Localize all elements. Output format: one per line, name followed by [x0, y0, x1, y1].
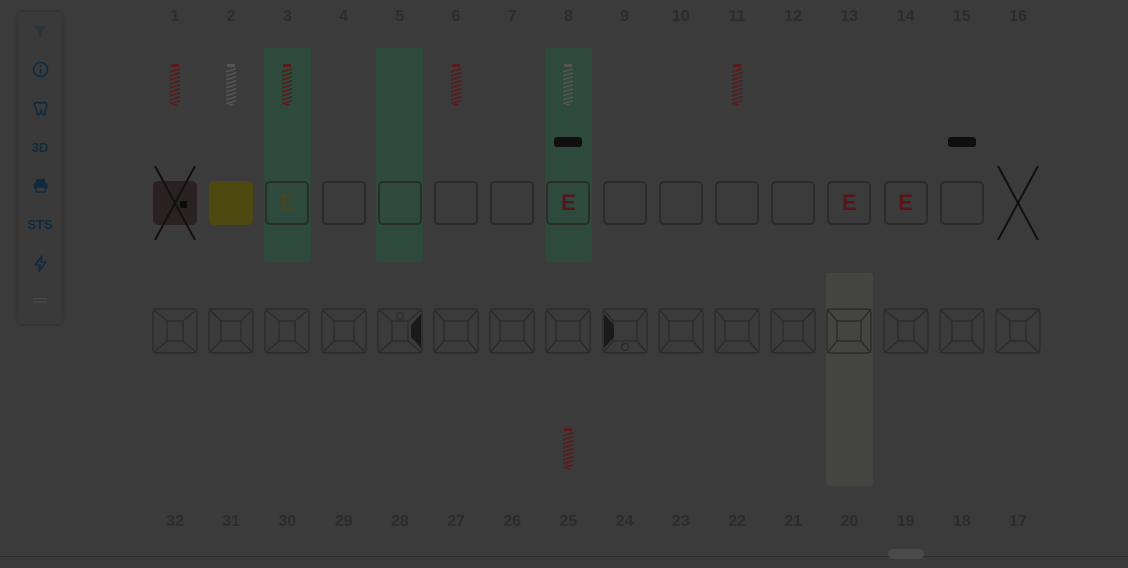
tooth-occlusal-lower[interactable]: [601, 308, 648, 354]
implant-icon: [730, 64, 744, 106]
tooth-number-lower: 31: [222, 513, 241, 530]
side-toolbar: 3D STS: [18, 12, 62, 324]
tooth-number-lower: 21: [784, 513, 803, 530]
tooth-number-upper: 16: [1009, 8, 1027, 25]
bridge-marker: [554, 137, 583, 147]
tooth-number-lower: 27: [447, 513, 465, 530]
tooth-box-upper[interactable]: E: [827, 181, 872, 225]
implant-icon: [168, 64, 182, 106]
tooth-number-upper: 3: [282, 8, 292, 25]
tooth-occlusal-lower[interactable]: [264, 308, 311, 354]
tooth-number-lower: 30: [278, 513, 297, 530]
tooth-number-upper: 8: [563, 8, 573, 25]
tooth-box-upper[interactable]: [658, 181, 703, 225]
tooth-occlusal-lower[interactable]: [995, 308, 1041, 354]
tooth-number-upper: 7: [507, 8, 517, 25]
tooth-chart: 3D STS 1 2 3 4 5 6 7 8 9 10 11 12 13 14 15 16 32 31 30 29 28 2…: [0, 0, 1128, 568]
tooth-number-upper: 4: [339, 8, 349, 25]
collapse-icon: [18, 286, 62, 314]
info-icon[interactable]: [18, 55, 62, 83]
tooth-number-lower: 17: [1009, 513, 1027, 530]
tooth-box-upper[interactable]: [715, 181, 759, 225]
tooth-number-lower: 24: [615, 513, 634, 530]
tooth-occlusal-lower[interactable]: [939, 308, 985, 354]
tooth-box-upper[interactable]: E: [265, 181, 310, 225]
tooth-box-upper[interactable]: [771, 181, 816, 225]
tooth-box-upper[interactable]: [939, 181, 984, 225]
tooth-label: E: [898, 190, 913, 215]
tooth-icon[interactable]: [18, 94, 62, 122]
tooth-box-upper[interactable]: [321, 181, 366, 225]
view-3d-button[interactable]: 3D: [18, 133, 62, 161]
tooth-occlusal-lower[interactable]: [377, 308, 423, 354]
tooth-box-upper[interactable]: [153, 181, 197, 225]
tooth-label: E: [842, 190, 857, 215]
tooth-number-upper: 5: [395, 8, 405, 25]
tooth-number-lower: 28: [390, 513, 409, 530]
tooth-number-upper: 6: [451, 8, 461, 25]
tooth-number-lower: 22: [728, 513, 746, 530]
tooth-box-upper[interactable]: [490, 181, 535, 225]
tooth-number-lower: 29: [334, 513, 353, 530]
tooth-occlusal-lower[interactable]: [489, 308, 535, 354]
missing-tooth-cross-icon: [997, 166, 1039, 240]
tooth-number-lower: 20: [840, 513, 859, 530]
tooth-label: E: [280, 190, 295, 215]
tooth-occlusal-lower[interactable]: [433, 308, 479, 354]
tooth-column-highlight: [825, 273, 873, 486]
tooth-box-upper[interactable]: [602, 181, 647, 225]
tooth-number-upper: 13: [840, 8, 859, 25]
tooth-number-upper: 11: [728, 8, 746, 25]
tooth-occlusal-lower[interactable]: [320, 308, 367, 354]
tooth-number-upper: 15: [952, 8, 971, 25]
tooth-occlusal-lower[interactable]: [826, 308, 873, 354]
tooth-number-lower: 25: [559, 513, 578, 530]
tooth-box-upper[interactable]: [434, 181, 478, 225]
print-icon[interactable]: [18, 171, 62, 199]
tooth-box-upper[interactable]: E: [883, 181, 928, 225]
bridge-marker: [947, 137, 976, 147]
tooth-occlusal-lower[interactable]: [208, 308, 254, 354]
implant-icon: [224, 64, 238, 106]
tooth-number-upper: 10: [671, 8, 690, 25]
tooth-box-upper[interactable]: E: [546, 181, 591, 225]
implant-icon: [561, 428, 575, 470]
implant-icon: [280, 64, 294, 106]
tooth-occlusal-lower[interactable]: [882, 308, 929, 354]
marker-dot-icon: [180, 201, 187, 208]
bottom-divider: [0, 556, 1128, 557]
lightning-icon[interactable]: [18, 249, 62, 277]
tooth-number-upper: 2: [226, 8, 236, 25]
tooth-number-lower: 23: [671, 513, 690, 530]
tooth-column-highlight: [376, 48, 424, 262]
tooth-number-upper: 1: [170, 8, 180, 25]
tooth-occlusal-lower[interactable]: [770, 308, 816, 354]
resize-handle[interactable]: [888, 549, 924, 559]
tooth-number-lower: 19: [896, 513, 915, 530]
tooth-label: E: [561, 190, 576, 215]
tooth-occlusal-lower[interactable]: [714, 308, 760, 354]
tooth-occlusal-lower[interactable]: [658, 308, 704, 354]
tooth-box-upper[interactable]: [209, 181, 254, 225]
implant-icon: [561, 64, 575, 106]
tooth-number-upper: 12: [784, 8, 803, 25]
tooth-number-upper: 14: [896, 8, 915, 25]
tooth-number-lower: 32: [166, 513, 184, 530]
tooth-occlusal-lower[interactable]: [545, 308, 592, 354]
tooth-number-lower: 18: [952, 513, 971, 530]
filter-icon[interactable]: [18, 17, 62, 45]
implant-icon: [449, 64, 463, 106]
tooth-number-upper: 9: [620, 8, 630, 25]
tooth-number-lower: 26: [503, 513, 522, 530]
sts-button[interactable]: STS: [18, 210, 62, 238]
tooth-box-upper[interactable]: [377, 181, 422, 225]
tooth-occlusal-lower[interactable]: [152, 308, 198, 354]
